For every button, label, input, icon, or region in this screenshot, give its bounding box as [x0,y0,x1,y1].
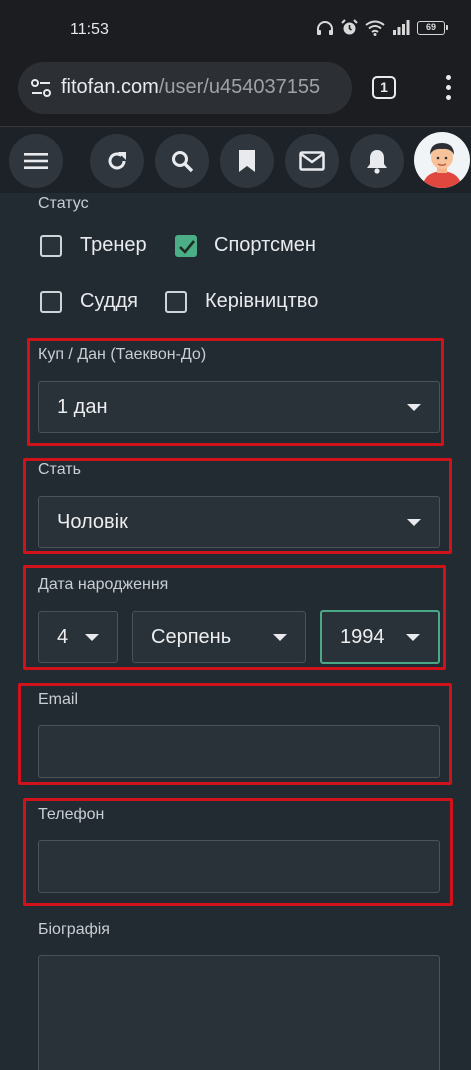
tab-switcher-button[interactable]: 1 [372,76,396,99]
checkbox-management-label[interactable]: Керівництво [205,290,318,313]
search-button[interactable] [155,134,209,188]
mail-icon [299,151,325,171]
battery-icon: 69 [417,20,448,35]
checkbox-trainer-label[interactable]: Тренер [80,234,147,257]
highlight-box-birth-date [23,565,446,670]
bookmark-icon [239,150,255,172]
bookmark-button[interactable] [220,134,274,188]
refresh-icon [108,152,126,170]
browser-menu-icon[interactable] [440,75,458,101]
site-toolbar [0,127,471,193]
hamburger-icon [24,153,48,169]
bio-label: Біографія [38,921,110,938]
profile-form: Статус Тренер Спортсмен Суддя Керівництв… [0,193,471,1070]
site-settings-icon[interactable] [30,78,52,98]
highlight-box-gender [23,458,452,554]
refresh-button[interactable] [90,134,144,188]
messages-button[interactable] [285,134,339,188]
checkbox-athlete-label[interactable]: Спортсмен [214,234,316,257]
url-text[interactable]: fitofan.com/user/u454037155 [61,76,320,99]
address-bar[interactable]: fitofan.com/user/u454037155 [18,62,352,114]
highlight-box-phone [23,798,453,906]
avatar-icon [422,143,462,188]
checkmark-icon [179,240,196,254]
browser-address-row: fitofan.com/user/u454037155 1 [0,60,471,126]
highlight-box-rank [27,338,444,446]
wifi-icon [365,20,385,36]
bio-textarea[interactable] [38,955,440,1070]
checkbox-judge-label[interactable]: Суддя [80,290,138,313]
status-label: Статус [38,195,89,212]
menu-button[interactable] [9,134,63,188]
clock: 11:53 [70,21,109,38]
checkbox-athlete[interactable] [175,235,197,257]
highlight-box-email [18,683,452,785]
status-icons: 69 [316,19,448,36]
checkbox-management[interactable] [165,291,187,313]
alarm-icon [341,19,358,35]
search-icon [172,151,194,173]
system-status-bar: 11:53 69 [0,0,471,60]
user-avatar[interactable] [414,132,470,188]
url-path: /user/u454037155 [158,76,321,98]
url-domain: fitofan.com [61,76,159,98]
bell-icon [367,150,387,174]
checkbox-judge[interactable] [40,291,62,313]
notifications-button[interactable] [350,134,404,188]
signal-icon [393,20,410,35]
checkbox-trainer[interactable] [40,235,62,257]
headphones-icon [317,20,333,35]
